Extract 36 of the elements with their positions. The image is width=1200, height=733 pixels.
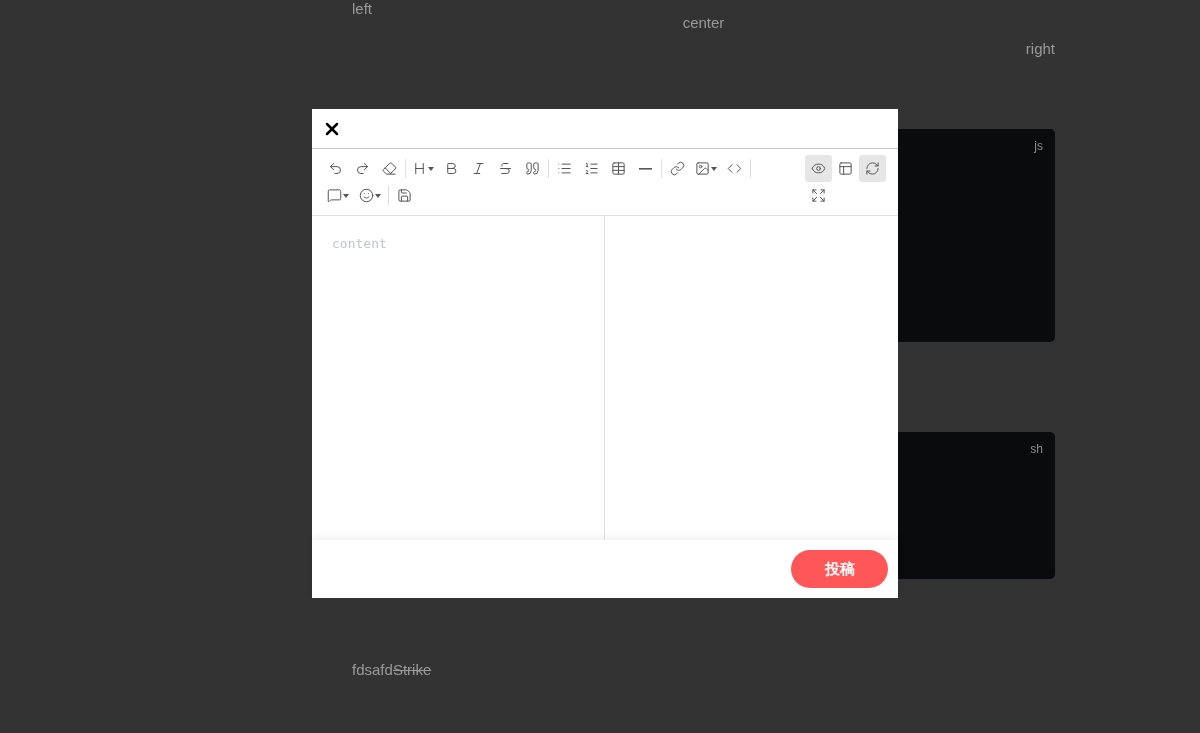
code-icon — [727, 161, 742, 176]
body-text: Strike — [392, 661, 432, 678]
undo-icon — [328, 161, 343, 176]
eraser-icon — [382, 161, 397, 176]
redo-icon — [355, 161, 370, 176]
sync-toggle[interactable] — [859, 155, 886, 182]
numbered-list-icon — [584, 161, 599, 176]
bold-icon — [444, 161, 459, 176]
body-text: fdsafd — [352, 661, 393, 678]
eye-icon — [811, 161, 826, 176]
caret-icon — [711, 166, 717, 171]
italic-icon — [471, 161, 486, 176]
layout-icon — [838, 161, 853, 176]
emoji-icon — [359, 188, 374, 203]
bullet-list-icon — [557, 161, 572, 176]
heading-icon — [412, 161, 427, 176]
strikethrough-icon — [498, 161, 513, 176]
link-icon — [670, 161, 685, 176]
caret-icon — [375, 193, 381, 198]
caret-icon — [428, 166, 434, 171]
caret-icon — [343, 193, 349, 198]
table-icon — [611, 161, 626, 176]
save-icon — [397, 188, 412, 203]
eye-toggle[interactable] — [805, 155, 832, 182]
sync-icon — [865, 161, 880, 176]
left-text: left — [352, 0, 372, 19]
submit-button[interactable]: 投稿 — [791, 550, 888, 588]
right-text: right — [1025, 40, 1055, 59]
image-icon — [695, 161, 710, 176]
language-label: sh — [1030, 442, 1043, 457]
language-label: js — [1034, 139, 1043, 154]
horizontal-rule-icon — [639, 167, 652, 170]
quote-icon — [525, 161, 540, 176]
center-text: center — [682, 14, 725, 33]
comment-icon — [327, 188, 342, 203]
fullscreen-icon — [811, 188, 826, 203]
